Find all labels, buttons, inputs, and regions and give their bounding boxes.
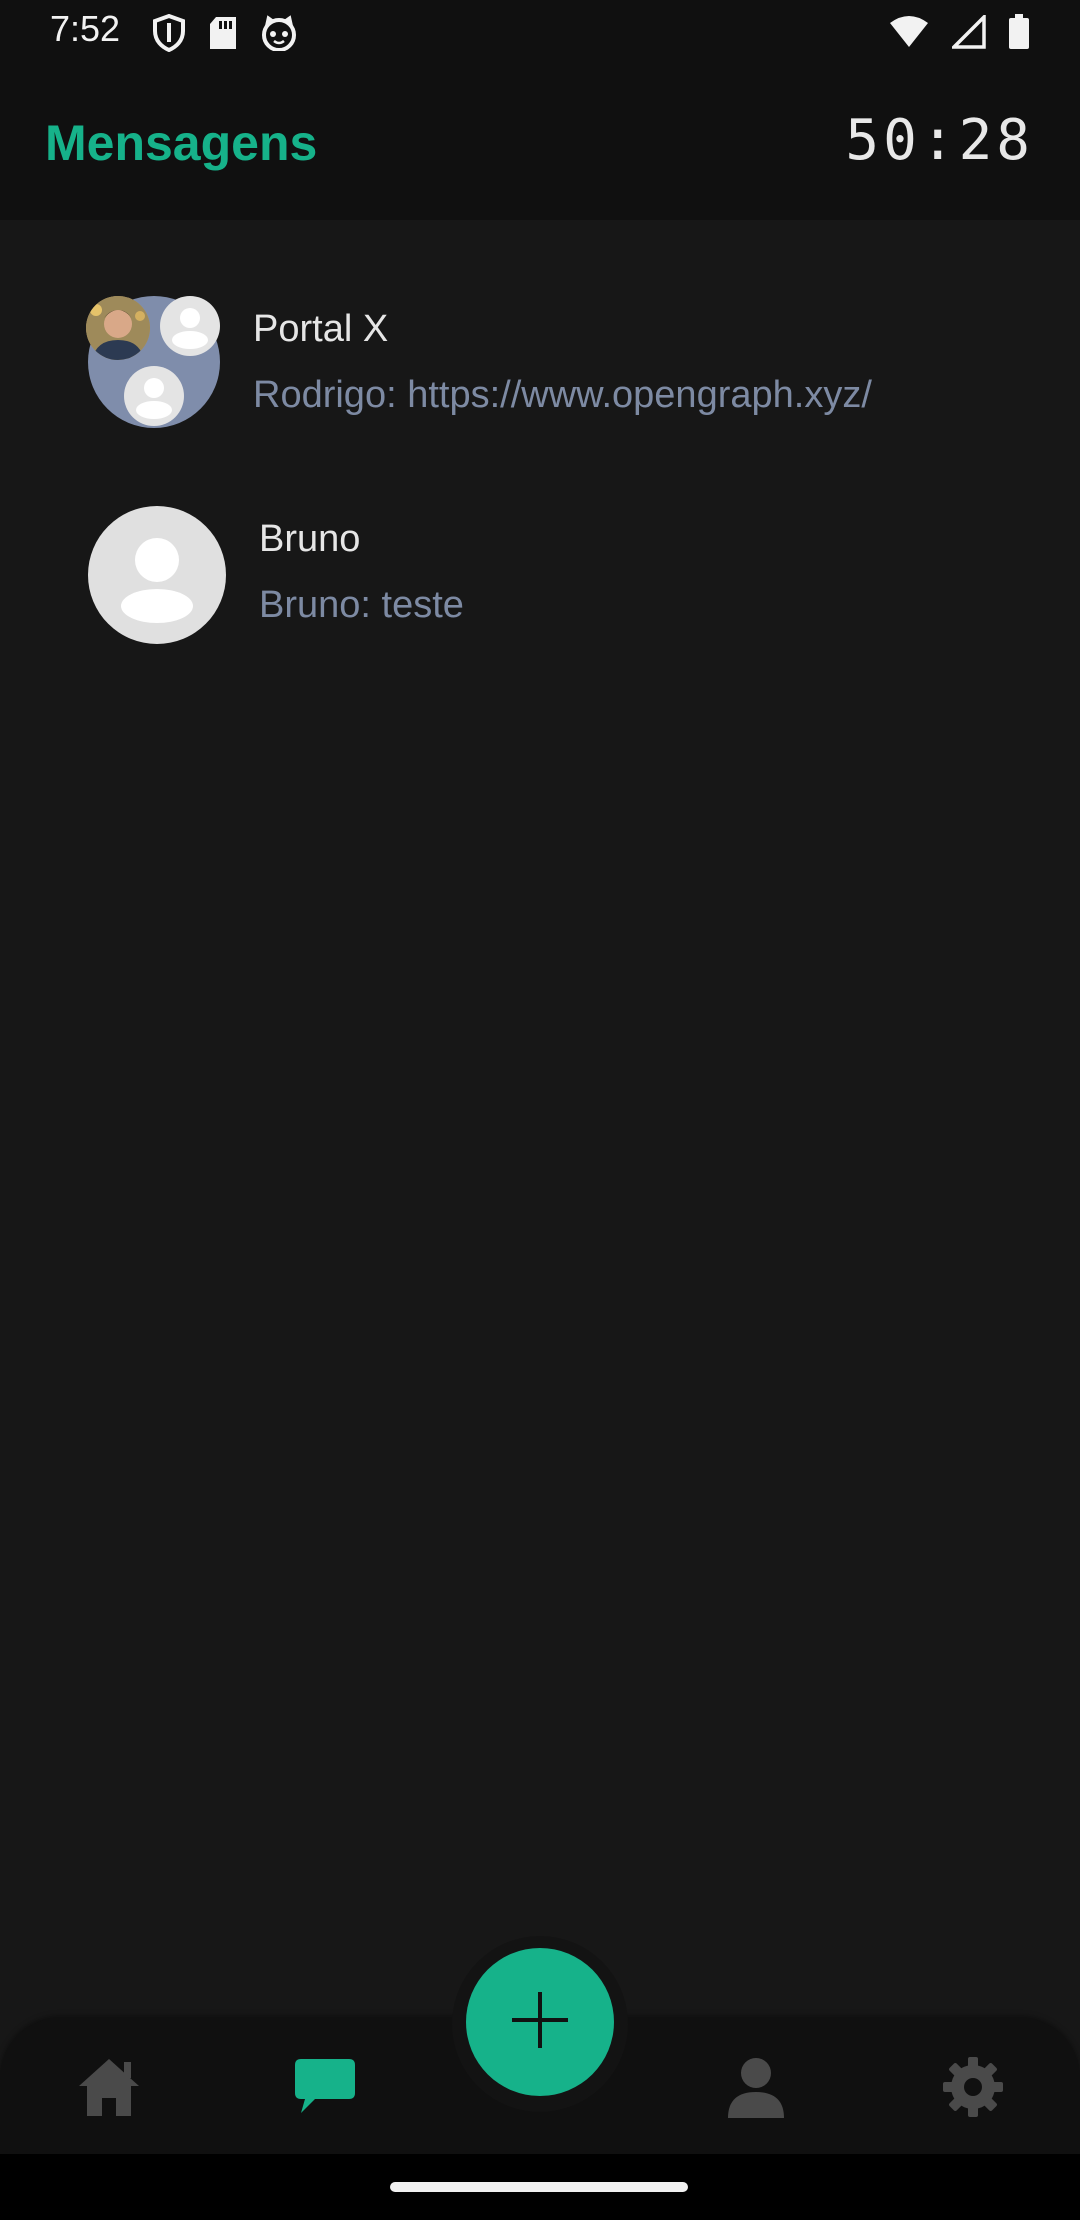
- member-placeholder-avatar: [124, 366, 184, 426]
- conversation-name: Portal X: [253, 308, 389, 350]
- app-header: Mensagens 50:28: [0, 64, 1080, 220]
- gear-icon[interactable]: [938, 2052, 1008, 2122]
- person-icon[interactable]: [721, 2052, 791, 2122]
- status-bar: 7:52: [0, 0, 1080, 64]
- conversation-preview: Bruno: teste: [259, 584, 464, 626]
- shield-icon: [152, 13, 186, 56]
- status-time: 7:52: [50, 8, 121, 49]
- person-placeholder-icon[interactable]: [88, 506, 226, 644]
- group-avatar[interactable]: [86, 296, 220, 428]
- wifi-icon: [888, 15, 930, 53]
- sd-card-icon: [208, 15, 238, 55]
- conversation-name: Bruno: [259, 518, 361, 560]
- battery-icon: [1008, 14, 1030, 54]
- add-conversation-button[interactable]: [466, 1948, 614, 2096]
- home-gesture-bar[interactable]: [390, 2182, 688, 2192]
- timer-display: 50:28: [845, 108, 1034, 173]
- plus-icon: [510, 1990, 570, 2054]
- signal-icon: [949, 12, 986, 53]
- member-placeholder-avatar: [160, 296, 220, 356]
- home-icon[interactable]: [74, 2052, 144, 2122]
- chat-icon[interactable]: [290, 2052, 360, 2122]
- page-title: Mensagens: [45, 115, 318, 171]
- member-photo-avatar: [86, 296, 150, 360]
- conversation-preview: Rodrigo: https://www.opengraph.xyz/: [253, 374, 872, 416]
- cat-face-icon: [260, 15, 298, 55]
